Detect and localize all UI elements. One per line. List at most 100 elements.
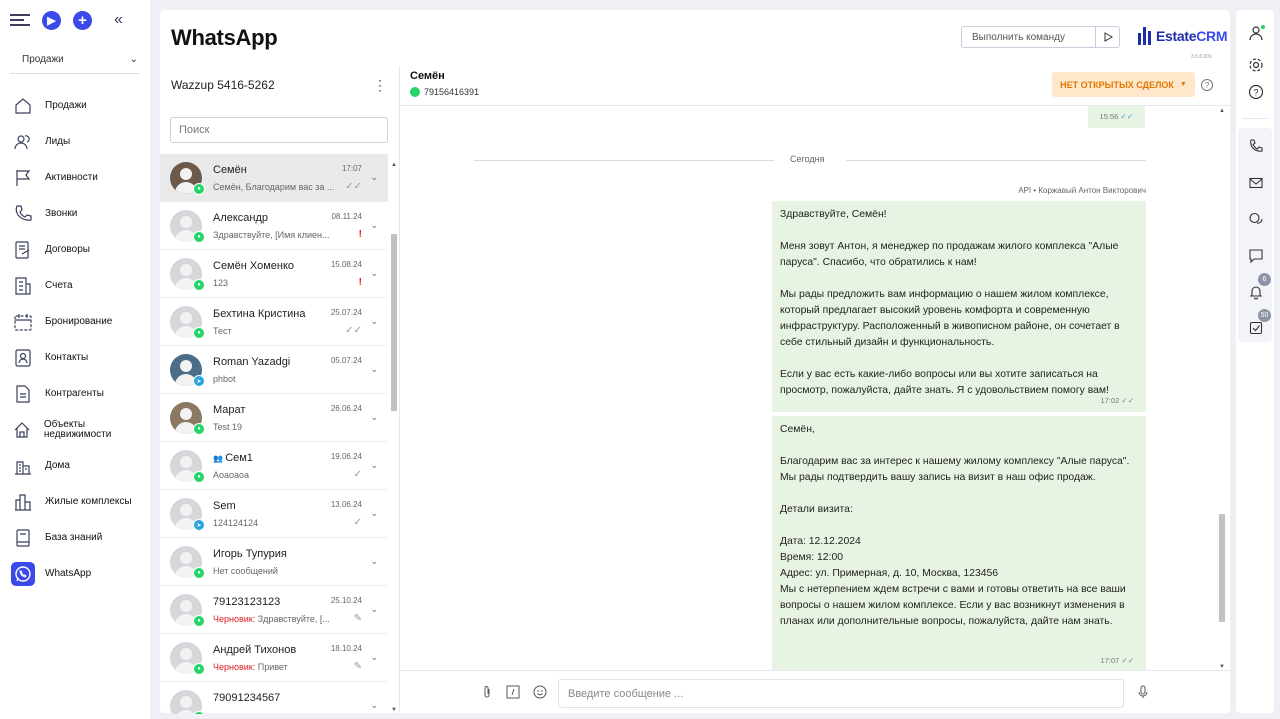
contact-name[interactable]: Семён [410,70,445,82]
settings-icon[interactable] [1246,55,1266,75]
collapse-sidebar-icon[interactable]: « [114,11,123,29]
message-text: Семён, Благодарим вас за интерес к нашем… [780,424,1130,627]
help-icon[interactable]: ? [1201,79,1213,91]
chevron-down-icon[interactable]: ⌄ [370,556,378,567]
sidebar-item-11[interactable]: Жилые комплексы [0,484,150,520]
message-scrollbar[interactable]: ▲ ▼ [1216,106,1226,670]
chat-list-item[interactable]: ● 79123123123 25.10.24 Черновик: Здравствуй… [160,586,388,634]
chat-list-item[interactable]: ● Андрей Тихонов 18.10.24 Черновик: Привет ✎… [160,634,388,682]
template-icon[interactable] [506,685,520,699]
divider [1242,118,1268,119]
chat-list-item[interactable]: ● Марат 26.06.24 Test 19 ⌄ [160,394,388,442]
chevron-down-icon[interactable]: ⌄ [370,172,378,183]
chat-name: Марат [213,404,246,416]
chat-list-item[interactable]: ● Семён Хоменко 15.08.24 123! ⌄ [160,250,388,298]
chevron-down-icon[interactable]: ⌄ [370,508,378,519]
microphone-icon[interactable] [1136,685,1150,699]
message-area: 124 15:56 ✓✓ Сегодня API • Коржавый Анто… [400,106,1230,670]
sidebar-item-label: Счета [45,280,73,291]
play-icon[interactable]: ▶ [42,10,61,30]
more-options-icon[interactable]: ⋮ [373,78,387,92]
chevron-down-icon[interactable]: ⌄ [370,364,378,375]
message-input[interactable]: Введите сообщение ... [558,679,1124,708]
sidebar-item-7[interactable]: Контакты [0,340,150,376]
chevron-down-icon[interactable]: ⌄ [370,652,378,663]
sidebar-item-label: Дома [45,460,70,471]
open-deals-button[interactable]: НЕТ ОТКРЫТЫХ СДЕЛОК ▼ [1052,72,1195,97]
page-header: WhatsApp Выполнить команду EstateCRM 3.5… [160,10,1230,66]
chat-list-item[interactable]: ● Бехтина Кристина 25.07.24 Тест ✓✓ ⌄ [160,298,388,346]
message-bubble: Здравствуйте, Семён! Меня зовут Антон, я… [772,201,1146,412]
sidebar-item-9[interactable]: Объекты недвижимости [0,412,150,448]
sidebar-item-8[interactable]: Контрагенты [0,376,150,412]
home-icon [11,94,35,118]
chevron-down-icon: ⌄ [129,54,138,65]
chat-list-item[interactable]: ● Семён 17:07 Семён, Благодарим вас за ... ✓… [160,154,388,202]
group-icon: 👥 [213,454,226,463]
chat-list-item[interactable]: ➤ Sem 13.06.24 124124124 ✓ ⌄ [160,490,388,538]
whatsapp-icon: ● [193,663,205,675]
whatsapp-icon: ● [193,183,205,195]
section-select[interactable]: Продажи ⌄ [10,52,140,74]
chat-date: 17:07 [341,164,362,173]
phone-icon [11,202,35,226]
caret-down-icon: ▼ [1179,81,1187,88]
sidebar-item-5[interactable]: Счета [0,268,150,304]
chevron-down-icon[interactable]: ⌄ [370,700,378,711]
chat-list-item[interactable]: ● Игорь Тупурия Нет сообщений ⌄ [160,538,388,586]
menu-icon[interactable] [10,13,30,27]
message-time: 15:56 [1099,112,1119,121]
sidebar-item-3[interactable]: Звонки [0,196,150,232]
whatsapp-icon: ● [193,423,205,435]
add-icon[interactable]: + [73,10,92,30]
sidebar-item-1[interactable]: Лиды [0,124,150,160]
sidebar-item-label: Активности [45,172,98,183]
main-panel: WhatsApp Выполнить команду EstateCRM 3.5… [160,10,1230,714]
document-icon [11,382,35,406]
chat-preview: Нет сообщений [213,566,278,576]
chat-list-scrollbar[interactable]: ▲ ▼ [389,162,399,713]
comment-icon[interactable] [1246,246,1266,266]
search-input[interactable]: Поиск [170,117,388,143]
sidebar-item-0[interactable]: Продажи [0,88,150,124]
chevron-down-icon[interactable]: ⌄ [370,268,378,279]
chat-name: Бехтина Кристина [213,308,306,320]
contact-phone: 79156416391 [424,87,480,97]
message-bubble: Семён, Благодарим вас за интерес к нашем… [772,416,1146,670]
sidebar-item-label: Контрагенты [45,388,104,399]
chat-preview: Здравствуйте, [... [257,614,330,624]
mail-icon[interactable] [1246,173,1266,193]
sidebar-item-2[interactable]: Активности [0,160,150,196]
chat-list-item[interactable]: ● Александр 08.11.24 Здравствуйте, [Имя кли… [160,202,388,250]
sidebar-item-12[interactable]: База знаний [0,520,150,556]
command-input[interactable]: Выполнить команду [961,26,1120,48]
chevron-down-icon[interactable]: ⌄ [370,460,378,471]
right-toolbar: ? 6 50 [1236,10,1274,713]
day-separator: Сегодня [474,154,1146,166]
help-icon[interactable]: ? [1246,82,1266,102]
contract-icon [11,238,35,262]
sidebar-item-label: База знаний [45,532,103,543]
sidebar-item-4[interactable]: Договоры [0,232,150,268]
phone-icon[interactable] [1246,136,1266,156]
emoji-icon[interactable] [533,685,547,699]
sidebar-item-10[interactable]: Дома [0,448,150,484]
run-command-icon[interactable] [1095,27,1119,47]
chat-list-item[interactable]: ➤ Roman Yazadgi 05.07.24 phbot ⌄ [160,346,388,394]
attachment-icon[interactable] [480,685,494,699]
sidebar-item-13[interactable]: WhatsApp [0,556,150,592]
sidebar-item-6[interactable]: Бронирование [0,304,150,340]
user-profile-icon[interactable] [1246,23,1266,43]
message-status-icon: ✓✓ [345,181,362,192]
message-status-icon: ✓ [353,517,362,528]
chat-bubbles-icon[interactable] [1246,209,1266,229]
read-check-icon: ✓✓ [1120,112,1133,121]
chevron-down-icon[interactable]: ⌄ [370,220,378,231]
chevron-down-icon[interactable]: ⌄ [370,604,378,615]
chevron-down-icon[interactable]: ⌄ [370,412,378,423]
chevron-down-icon[interactable]: ⌄ [370,316,378,327]
message-text: Здравствуйте, Семён! Меня зовут Антон, я… [780,209,1120,396]
chat-list-item[interactable]: ● 79091234567 ⌄ [160,682,388,714]
chat-list-item[interactable]: ● 👥 Сем1 19.06.24 Аоаоаоа ✓ ⌄ [160,442,388,490]
online-status-dot [1261,25,1265,29]
